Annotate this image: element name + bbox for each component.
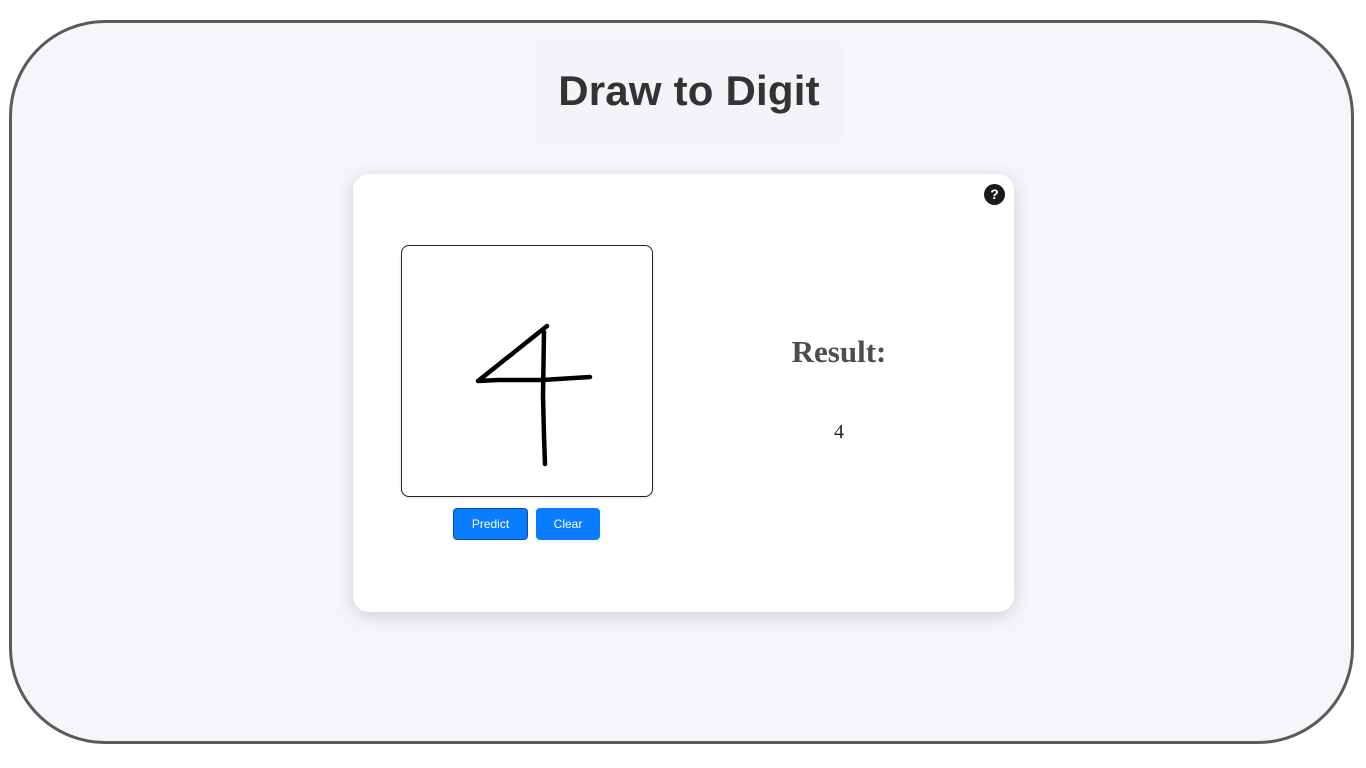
predict-button[interactable]: Predict: [453, 508, 528, 540]
app-frame: Draw to Digit ? Predict Clear Result: 4: [9, 20, 1354, 744]
clear-button[interactable]: Clear: [536, 508, 600, 540]
drawing-canvas[interactable]: [401, 245, 653, 497]
page-title: Draw to Digit: [558, 67, 820, 114]
help-icon[interactable]: ?: [984, 184, 1005, 205]
result-value: 4: [834, 421, 844, 443]
digit-stroke-vertical: [540, 329, 548, 467]
drawing-card: ? Predict Clear Result: 4: [353, 174, 1014, 612]
digit-stroke-diagonal: [475, 323, 593, 384]
result-label: Result:: [791, 334, 887, 369]
header: Draw to Digit: [534, 43, 844, 139]
drawn-digit: [475, 323, 593, 467]
